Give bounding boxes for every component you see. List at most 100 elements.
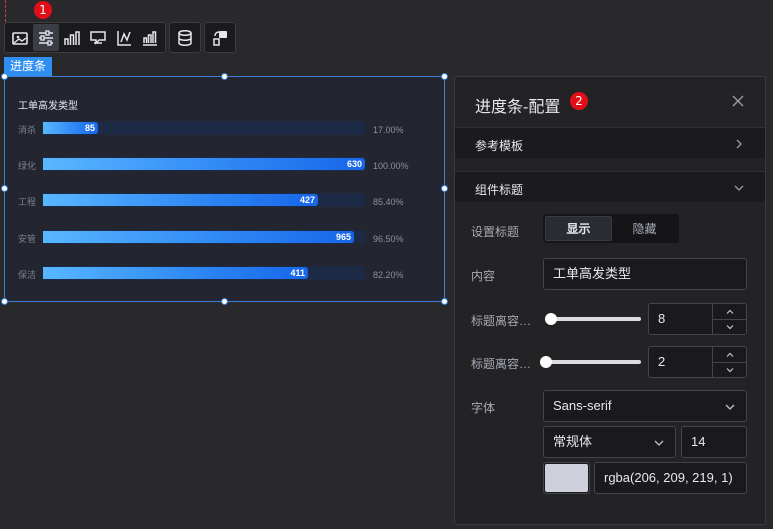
- chevron-up-icon: [726, 352, 733, 357]
- share-link-icon: [213, 30, 227, 46]
- progress-track: 411: [43, 266, 365, 280]
- color-swatch-fill: [545, 464, 588, 492]
- font-family-value: Sans-serif: [553, 398, 612, 413]
- toggle-show-option[interactable]: 显示: [545, 216, 612, 241]
- close-icon[interactable]: [731, 94, 745, 108]
- resize-handle-left[interactable]: [1, 185, 8, 192]
- slider-thumb-2[interactable]: [540, 356, 552, 368]
- sliders-tool-button[interactable]: [33, 24, 59, 51]
- progress-row: 工程 427 85.40%: [5, 193, 446, 208]
- progress-row: 安管 965 96.50%: [5, 230, 446, 245]
- axis-chart-icon: [117, 30, 131, 46]
- progress-percent: 17.00%: [373, 125, 404, 135]
- title-offset-label-1: 标题离容…: [471, 314, 532, 328]
- chevron-down-icon: [734, 185, 744, 191]
- progress-label: 工程: [18, 197, 37, 207]
- resize-handle-bottom[interactable]: [221, 298, 228, 305]
- bar-chart-icon: [64, 30, 80, 45]
- progress-bar-widget[interactable]: 工单高发类型 消杀 85 17.00% 绿化 630 100.00% 工程 427 85.40%…: [4, 76, 445, 302]
- progress-track: 965: [43, 230, 365, 244]
- toggle-hide-option[interactable]: 隐藏: [612, 216, 677, 241]
- config-panel: 进度条-配置 参考模板 组件标题 设置标题 显示 隐藏 内容 工单高发类型 标题…: [454, 76, 766, 525]
- progress-value: 427: [299, 195, 315, 205]
- title-offset-value-2: 2: [658, 354, 666, 369]
- image-icon: [12, 31, 28, 45]
- chevron-down-icon: [725, 404, 735, 410]
- title-offset-slider-2[interactable]: [542, 360, 641, 364]
- resize-handle-bottom-right[interactable]: [441, 298, 448, 305]
- increment-button-1[interactable]: [713, 304, 746, 319]
- stepper-1: [712, 304, 746, 334]
- stepper-2: [712, 347, 746, 377]
- progress-label: 绿化: [18, 161, 37, 171]
- progress-row: 保洁 411 82.20%: [5, 266, 446, 281]
- title-offset-slider-1[interactable]: [547, 317, 641, 321]
- chevron-right-icon: [736, 139, 742, 149]
- font-size-input[interactable]: 14: [681, 426, 747, 458]
- bar-grid-icon: [143, 30, 157, 46]
- progress-value: 630: [346, 159, 362, 169]
- chevron-up-icon: [726, 309, 733, 314]
- widget-type-tag: 进度条: [4, 57, 53, 76]
- resize-handle-top[interactable]: [221, 73, 228, 80]
- title-offset-input-2[interactable]: 2: [648, 346, 747, 378]
- resize-handle-top-right[interactable]: [441, 73, 448, 80]
- resize-handle-right[interactable]: [441, 185, 448, 192]
- progress-track: 427: [43, 193, 365, 207]
- progress-fill: 85: [43, 122, 98, 134]
- font-weight-select[interactable]: 常规体: [543, 426, 676, 458]
- step-badge-1: 1: [34, 1, 52, 19]
- sliders-icon: [39, 29, 53, 46]
- font-label: 字体: [471, 401, 496, 415]
- progress-value: 965: [335, 232, 351, 242]
- progress-value: 411: [290, 268, 305, 278]
- progress-label: 安管: [18, 234, 37, 244]
- slider-thumb-1[interactable]: [545, 313, 557, 325]
- title-offset-input-1[interactable]: 8: [648, 303, 747, 335]
- progress-row: 绿化 630 100.00%: [5, 157, 446, 172]
- progress-percent: 96.50%: [373, 234, 404, 244]
- progress-percent: 82.20%: [373, 270, 404, 280]
- progress-fill: 965: [43, 231, 354, 243]
- font-color-swatch[interactable]: [543, 462, 590, 494]
- title-offset-value-1: 8: [658, 311, 666, 326]
- decrement-button-2[interactable]: [713, 362, 746, 377]
- show-title-label: 设置标题: [471, 225, 520, 239]
- progress-fill: 411: [43, 267, 308, 279]
- increment-button-2[interactable]: [713, 347, 746, 362]
- widget-title: 工单高发类型: [18, 101, 78, 112]
- interaction-tools-group: [204, 22, 236, 53]
- content-label: 内容: [471, 269, 496, 283]
- show-title-toggle: 显示 隐藏: [543, 214, 679, 243]
- database-tool-button[interactable]: [172, 24, 198, 51]
- bar-chart-tool-button[interactable]: [59, 24, 85, 51]
- title-content-input[interactable]: 工单高发类型: [543, 258, 747, 290]
- progress-fill: 427: [43, 194, 318, 206]
- share-link-tool-button[interactable]: [207, 24, 233, 51]
- section-template[interactable]: 参考模板: [455, 127, 765, 158]
- image-tool-button[interactable]: [7, 24, 33, 51]
- progress-track: 85: [43, 121, 365, 135]
- font-family-select[interactable]: Sans-serif: [543, 390, 747, 422]
- panel-title: 进度条-配置: [475, 99, 561, 116]
- axis-chart-tool-button[interactable]: [111, 24, 137, 51]
- section-component-title[interactable]: 组件标题: [455, 171, 765, 202]
- font-weight-value: 常规体: [553, 434, 593, 449]
- progress-fill: 630: [43, 158, 365, 170]
- card-icon: [90, 30, 106, 45]
- resize-handle-top-left[interactable]: [1, 73, 8, 80]
- progress-value: 85: [84, 123, 95, 133]
- database-icon: [178, 29, 192, 46]
- section-component-title-label: 组件标题: [475, 183, 524, 197]
- widget-tools-group: [4, 22, 166, 53]
- progress-label: 保洁: [18, 270, 37, 280]
- decrement-button-1[interactable]: [713, 319, 746, 334]
- step-badge-2: 2: [570, 92, 588, 110]
- resize-handle-bottom-left[interactable]: [1, 298, 8, 305]
- card-tool-button[interactable]: [85, 24, 111, 51]
- bar-grid-tool-button[interactable]: [137, 24, 163, 51]
- font-color-input[interactable]: rgba(206, 209, 219, 1): [594, 462, 747, 494]
- progress-percent: 100.00%: [373, 161, 409, 171]
- guide-line: [5, 0, 6, 22]
- chevron-down-icon: [654, 440, 664, 446]
